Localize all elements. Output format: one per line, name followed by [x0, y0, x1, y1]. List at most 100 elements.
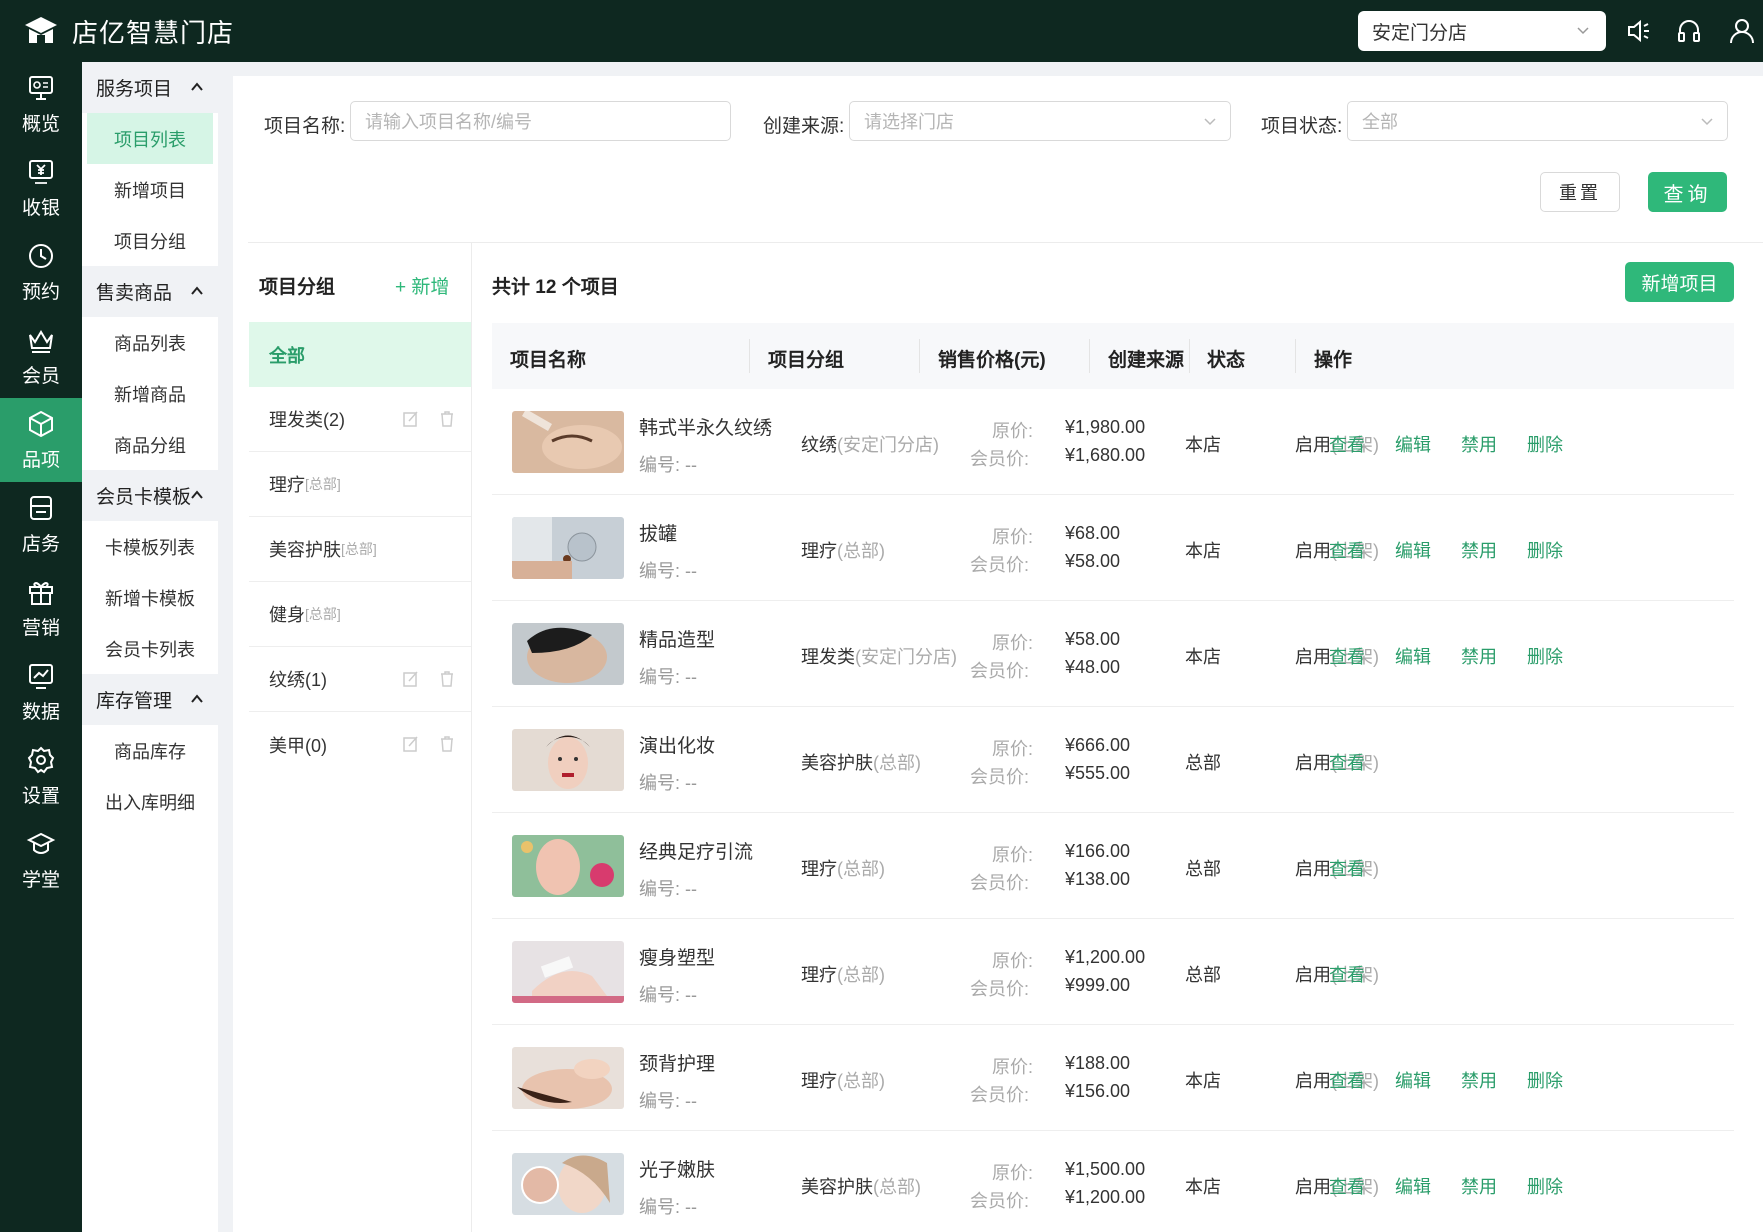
submenu-item-add-goods[interactable]: 新增商品: [82, 368, 218, 419]
add-group-button[interactable]: + 新增: [395, 272, 449, 299]
disable-button[interactable]: 禁用: [1461, 537, 1497, 563]
edit-icon[interactable]: [401, 669, 421, 689]
submenu-item-member-card-list[interactable]: 会员卡列表: [82, 623, 218, 674]
submenu-item-card-template-list[interactable]: 卡模板列表: [82, 521, 218, 572]
top-bar: 店亿智慧门店 安定门分店: [0, 0, 1763, 62]
rail-item-products[interactable]: 品项: [0, 398, 82, 482]
edit-button[interactable]: 编辑: [1395, 1067, 1431, 1093]
submenu-item-add-card-template[interactable]: 新增卡模板: [82, 572, 218, 623]
rail-item-member[interactable]: 会员: [0, 314, 82, 398]
add-project-button[interactable]: 新增项目: [1625, 262, 1734, 302]
trash-icon[interactable]: [437, 409, 457, 429]
submenu-group-label: 库存管理: [96, 691, 173, 712]
submenu-item-add-project[interactable]: 新增项目: [82, 164, 218, 215]
delete-button[interactable]: 删除: [1527, 1173, 1563, 1199]
rail-item-overview[interactable]: 概览: [0, 62, 82, 146]
view-button[interactable]: 查看: [1329, 749, 1365, 775]
disable-button[interactable]: 禁用: [1461, 431, 1497, 457]
project-code: 编号: --: [639, 985, 697, 1005]
chevron-up-icon: [191, 82, 203, 91]
original-price: ¥1,500.00: [1065, 1159, 1146, 1179]
submenu-group-inventory[interactable]: 库存管理: [82, 674, 218, 725]
group-item[interactable]: 健身 [总部]: [249, 582, 471, 647]
trash-icon[interactable]: [437, 734, 457, 754]
group-panel-title: 项目分组: [259, 277, 336, 298]
project-thumbnail: [512, 729, 624, 791]
view-button[interactable]: 查看: [1329, 1067, 1365, 1093]
rail-item-settings[interactable]: 设置: [0, 734, 82, 818]
rail-item-booking[interactable]: 预约: [0, 230, 82, 314]
submenu-group-label: 会员卡模板: [96, 487, 192, 508]
view-button[interactable]: 查看: [1329, 1173, 1365, 1199]
group-item[interactable]: 理疗 [总部]: [249, 452, 471, 517]
view-button[interactable]: 查看: [1329, 961, 1365, 987]
table-row: 颈背护理 编号: -- 理疗(总部) 原价: ¥188.00 会员价: ¥156…: [492, 1025, 1734, 1131]
rail-item-store-ops[interactable]: 店务: [0, 482, 82, 566]
project-name-input[interactable]: 请输入项目名称/编号: [350, 101, 731, 141]
original-price: ¥68.00: [1065, 523, 1121, 543]
submenu-item-stock[interactable]: 商品库存: [82, 725, 218, 776]
source-select[interactable]: 请选择门店: [849, 101, 1231, 141]
status-select[interactable]: 全部: [1347, 101, 1728, 141]
delete-button[interactable]: 删除: [1527, 431, 1563, 457]
column-header: 销售价格(元): [938, 350, 1046, 371]
rail-item-academy[interactable]: 学堂: [0, 818, 82, 902]
project-group-tag: (总部): [837, 1071, 885, 1091]
group-item[interactable]: 理发类(2): [249, 387, 471, 452]
project-name: 光子嫩肤: [639, 1160, 716, 1181]
delete-button[interactable]: 删除: [1527, 537, 1563, 563]
edit-button[interactable]: 编辑: [1395, 1173, 1431, 1199]
group-item[interactable]: 纹绣(1): [249, 647, 471, 712]
project-name: 瘦身塑型: [639, 948, 716, 969]
submenu-item-goods-list[interactable]: 商品列表: [82, 317, 218, 368]
rail-item-data[interactable]: 数据: [0, 650, 82, 734]
group-list: 全部 理发类(2) 理疗 [总部] 美容护肤 [总部] 健身 [总部] 纹绣(1) 美…: [249, 322, 471, 777]
submenu-item-stock-records[interactable]: 出入库明细: [82, 776, 218, 827]
group-item-all[interactable]: 全部: [249, 322, 471, 387]
project-name: 演出化妆: [639, 736, 716, 757]
original-price: ¥188.00: [1065, 1053, 1131, 1073]
group-item[interactable]: 美甲(0): [249, 712, 471, 777]
edit-icon[interactable]: [401, 734, 421, 754]
group-item[interactable]: 美容护肤 [总部]: [249, 517, 471, 582]
column-header: 状态: [1207, 350, 1246, 371]
view-button[interactable]: 查看: [1329, 855, 1365, 881]
submenu-item-project-groups[interactable]: 项目分组: [82, 215, 218, 266]
project-thumbnail: [512, 1153, 624, 1215]
project-name: 颈背护理: [639, 1054, 716, 1075]
edit-button[interactable]: 编辑: [1395, 431, 1431, 457]
view-button[interactable]: 查看: [1329, 537, 1365, 563]
view-button[interactable]: 查看: [1329, 431, 1365, 457]
edit-icon[interactable]: [401, 409, 421, 429]
speaker-icon[interactable]: [1624, 16, 1654, 46]
project-source: 本店: [1185, 541, 1221, 561]
reset-button[interactable]: 重置: [1540, 172, 1620, 212]
member-price: ¥999.00: [1065, 975, 1131, 995]
disable-button[interactable]: 禁用: [1461, 1067, 1497, 1093]
edit-button[interactable]: 编辑: [1395, 537, 1431, 563]
rail-item-marketing[interactable]: 营销: [0, 566, 82, 650]
rail-item-cashier[interactable]: 收银: [0, 146, 82, 230]
project-code: 编号: --: [639, 667, 697, 687]
delete-button[interactable]: 删除: [1527, 1067, 1563, 1093]
store-select[interactable]: 安定门分店: [1358, 11, 1606, 51]
table-row: 瘦身塑型 编号: -- 理疗(总部) 原价: ¥1,200.00 会员价: ¥9…: [492, 919, 1734, 1025]
disable-button[interactable]: 禁用: [1461, 1173, 1497, 1199]
submenu-group-goods[interactable]: 售卖商品: [82, 266, 218, 317]
delete-button[interactable]: 删除: [1527, 643, 1563, 669]
submenu-group-service[interactable]: 服务项目: [82, 62, 218, 113]
headset-icon[interactable]: [1674, 16, 1704, 46]
user-icon[interactable]: [1727, 16, 1757, 46]
submenu-item-goods-groups[interactable]: 商品分组: [82, 419, 218, 470]
query-button[interactable]: 查询: [1648, 172, 1727, 212]
member-price: ¥1,200.00: [1065, 1187, 1146, 1207]
disable-button[interactable]: 禁用: [1461, 643, 1497, 669]
view-button[interactable]: 查看: [1329, 643, 1365, 669]
submenu-item-project-list[interactable]: 项目列表: [87, 113, 213, 164]
edit-button[interactable]: 编辑: [1395, 643, 1431, 669]
member-price-label: 会员价:: [970, 555, 1030, 575]
project-name: 经典足疗引流: [639, 842, 754, 863]
submenu-group-card-template[interactable]: 会员卡模板: [82, 470, 218, 521]
original-price-label: 原价:: [992, 527, 1034, 547]
trash-icon[interactable]: [437, 669, 457, 689]
